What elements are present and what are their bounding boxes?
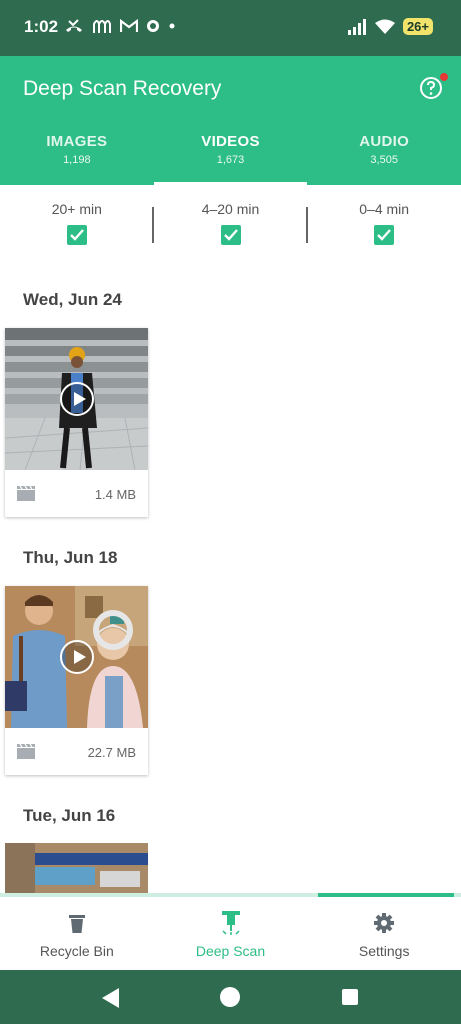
missed-call-icon	[66, 19, 82, 32]
card-footer: 1.4 MB	[5, 470, 148, 517]
tab-count: 1,198	[63, 154, 91, 166]
video-thumbnail	[5, 586, 148, 728]
video-card[interactable]: 22.7 MB	[5, 586, 148, 775]
battery-badge: 26+	[402, 18, 433, 35]
tab-count: 3,505	[370, 154, 398, 166]
clapperboard-icon	[17, 744, 35, 759]
card-footer: 22.7 MB	[5, 728, 148, 775]
notification-dot	[440, 73, 448, 81]
back-icon[interactable]	[102, 988, 119, 1008]
nav-label: Deep Scan	[195, 943, 266, 959]
filter-checkbox[interactable]	[220, 225, 241, 245]
nav-deep-scan[interactable]: Deep Scan	[154, 897, 308, 970]
file-size: 1.4 MB	[94, 487, 136, 502]
video-card[interactable]	[5, 843, 148, 898]
video-card[interactable]: 1.4 MB	[5, 328, 148, 517]
dot-icon	[169, 23, 175, 29]
date-heading: Thu, Jun 18	[23, 548, 118, 567]
tab-label: AUDIO	[359, 133, 410, 150]
nav-label: Recycle Bin	[39, 943, 114, 959]
filter-checkbox[interactable]	[66, 225, 87, 245]
notification-icons	[64, 18, 176, 34]
filter-label: 0–4 min	[359, 201, 410, 217]
nav-label: Settings	[358, 943, 410, 959]
tab-label: VIDEOS	[201, 133, 260, 150]
tab-count: 1,673	[216, 154, 245, 166]
tab-videos[interactable]: VIDEOS 1,673	[153, 128, 308, 185]
filter-label: 20+ min	[51, 201, 102, 217]
check-icon	[377, 229, 392, 241]
status-time: 1:02	[24, 17, 59, 36]
nav-settings[interactable]: Settings	[307, 897, 461, 970]
file-size: 22.7 MB	[87, 745, 136, 760]
thumbnail-image	[5, 843, 148, 898]
filter-label: 4–20 min	[201, 201, 260, 217]
duration-filters: 20+ min 4–20 min 0–4 min	[0, 185, 461, 255]
wifi-icon	[374, 19, 395, 34]
check-icon	[69, 229, 84, 241]
home-icon[interactable]	[220, 987, 240, 1007]
app-icon	[147, 20, 159, 32]
date-heading: Tue, Jun 16	[23, 806, 116, 825]
play-icon	[60, 382, 94, 416]
recents-icon[interactable]	[342, 989, 358, 1005]
date-heading: Wed, Jun 24	[23, 290, 122, 309]
filter-checkbox[interactable]	[374, 225, 395, 245]
app-bar: Deep Scan Recovery IMAGES 1,198 VIDEOS 1…	[0, 56, 461, 185]
signal-icon	[347, 18, 366, 35]
gmail-icon	[120, 19, 138, 32]
help-icon[interactable]	[419, 76, 443, 100]
page-title: Deep Scan Recovery	[23, 77, 222, 100]
filter-divider	[306, 207, 308, 243]
tab-images[interactable]: IMAGES 1,198	[0, 128, 154, 185]
check-icon	[223, 229, 238, 241]
jackhammer-icon	[221, 911, 240, 935]
trash-icon	[68, 915, 85, 933]
gear-icon	[374, 913, 395, 933]
nav-recycle-bin[interactable]: Recycle Bin	[0, 897, 154, 970]
filter-0-4: 0–4 min	[307, 185, 461, 255]
tab-label: IMAGES	[46, 133, 108, 150]
media-tabs: IMAGES 1,198 VIDEOS 1,673 AUDIO 3,505	[0, 128, 461, 185]
filter-divider	[152, 207, 154, 243]
video-thumbnail	[5, 328, 148, 470]
mcdonalds-icon	[93, 20, 111, 33]
play-icon	[60, 640, 94, 674]
clapperboard-icon	[17, 486, 35, 501]
status-bar: 1:02 26+	[0, 0, 461, 56]
tab-audio[interactable]: AUDIO 3,505	[307, 128, 461, 185]
filter-4-20: 4–20 min	[154, 185, 308, 255]
battery-level: 26	[406, 19, 422, 34]
filter-20-plus: 20+ min	[0, 185, 154, 255]
bottom-nav: Recycle Bin Deep Scan Settings	[0, 897, 461, 970]
status-right: 26+	[347, 18, 433, 35]
system-nav-bar	[0, 970, 461, 1024]
